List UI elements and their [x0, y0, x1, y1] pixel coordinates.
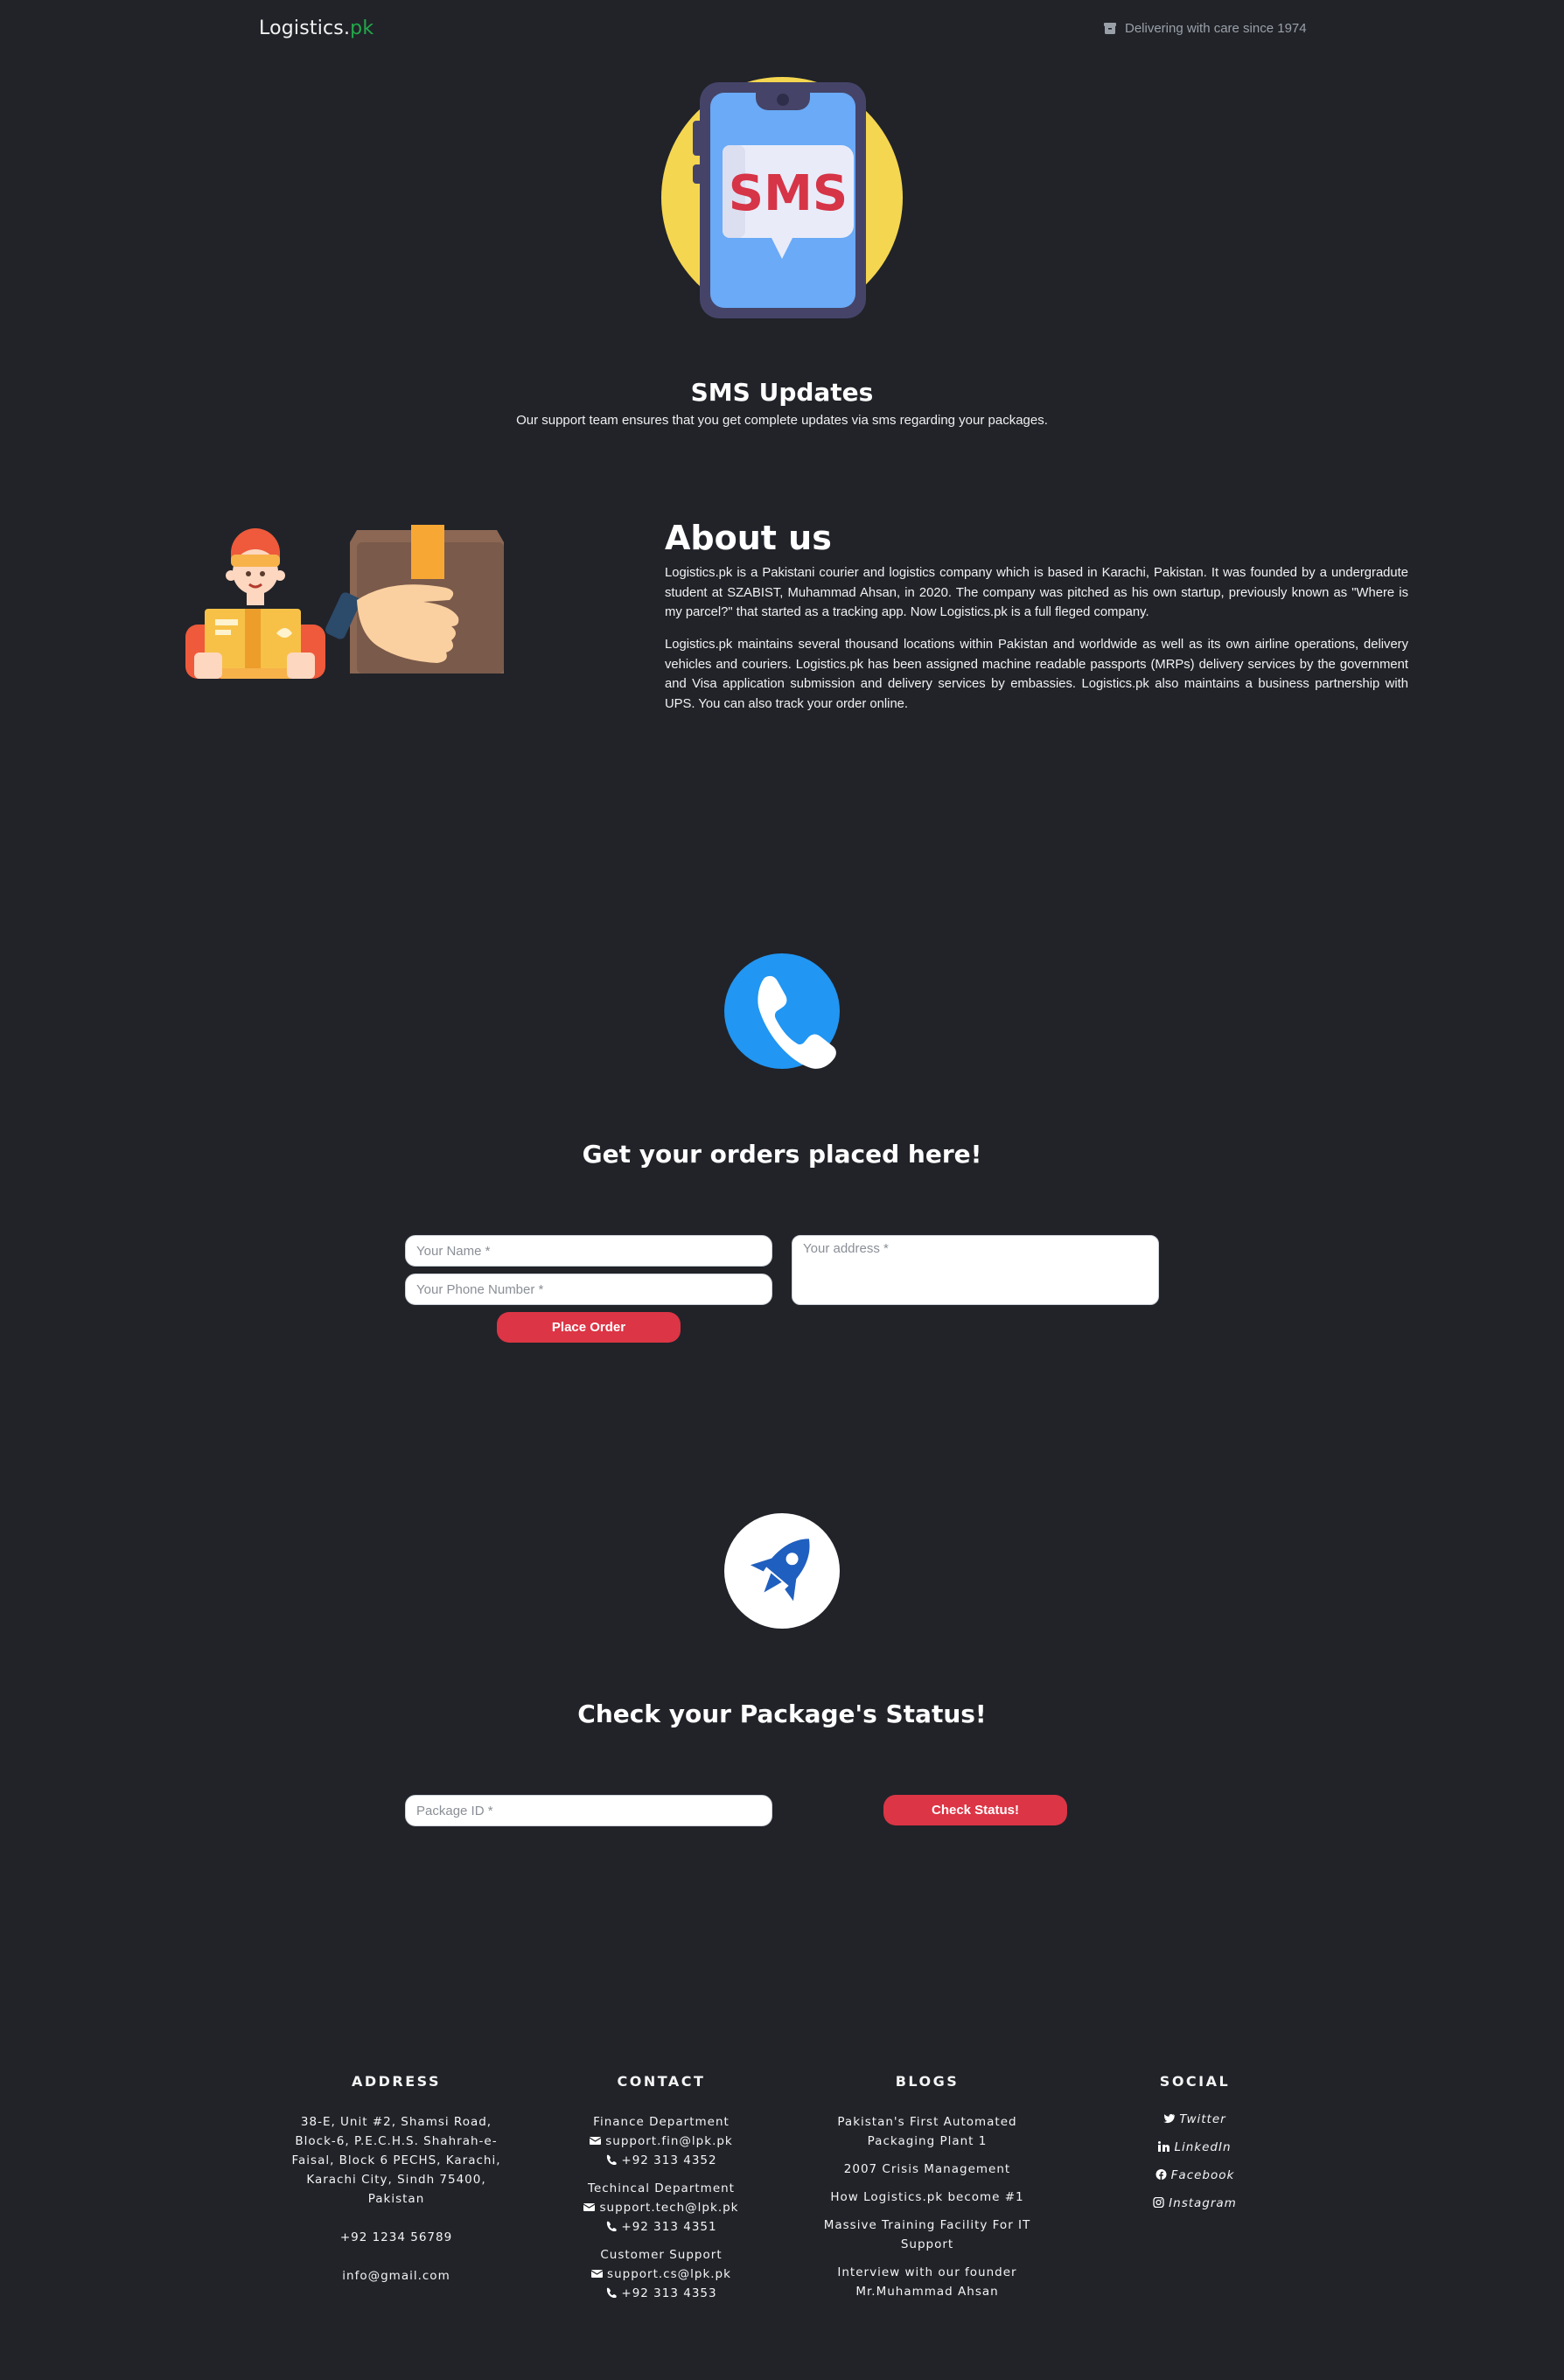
contact-department: Finance Department support.fin@lpk.pk +9…	[562, 2112, 761, 2170]
tagline-text: Delivering with care since 1974	[1125, 21, 1307, 36]
about-us-title: About us	[665, 519, 832, 557]
footer-address-column: ADDRESS 38-E, Unit #2, Shamsi Road, Bloc…	[287, 2073, 506, 2286]
envelope-icon	[591, 2270, 604, 2278]
rocket-icon	[750, 1539, 810, 1602]
sms-badge-text: SMS	[729, 165, 848, 222]
department-name: Finance Department	[593, 2115, 730, 2129]
department-email[interactable]: support.cs@lpk.pk	[562, 2265, 761, 2284]
footer-social-heading: SOCIAL	[1159, 2073, 1231, 2090]
blog-link[interactable]: 2007 Crisis Management	[813, 2160, 1041, 2179]
blog-link[interactable]: Pakistan's First Automated Packaging Pla…	[813, 2112, 1041, 2151]
phone-icon-circle	[724, 953, 840, 1069]
footer-phone: +92 1234 56789	[339, 2230, 453, 2244]
phone-icon	[607, 2221, 618, 2231]
department-email[interactable]: support.tech@lpk.pk	[562, 2198, 761, 2217]
social-link-instagram[interactable]: Instagram	[1107, 2189, 1282, 2217]
address-input[interactable]	[792, 1235, 1159, 1305]
footer-address-heading: ADDRESS	[351, 2073, 442, 2090]
department-email[interactable]: support.fin@lpk.pk	[562, 2132, 761, 2151]
department-name: Techincal Department	[588, 2181, 735, 2195]
order-form-title: Get your orders placed here!	[582, 1140, 982, 1169]
check-status-button[interactable]: Check Status!	[883, 1795, 1067, 1825]
envelope-icon	[583, 2203, 596, 2211]
footer-contact-heading: CONTACT	[617, 2073, 706, 2090]
phone-icon	[758, 975, 836, 1069]
department-phone[interactable]: +92 313 4353	[562, 2284, 761, 2303]
blog-link[interactable]: Interview with our founder Mr.Muhammad A…	[813, 2263, 1041, 2301]
footer-contact-column: CONTACT Finance Department support.fin@l…	[562, 2073, 761, 2303]
sms-updates-title: SMS Updates	[690, 378, 874, 407]
social-link-twitter[interactable]: Twitter	[1107, 2105, 1282, 2133]
tagline: Delivering with care since 1974	[1104, 21, 1307, 36]
package-id-input[interactable]	[405, 1795, 772, 1826]
brand-tld: pk	[350, 17, 374, 39]
about-paragraph-2: Logistics.pk maintains several thousand …	[665, 638, 1408, 711]
phone-icon	[607, 2154, 618, 2165]
contact-department: Customer Support support.cs@lpk.pk +92 3…	[562, 2245, 761, 2303]
department-phone[interactable]: +92 313 4352	[562, 2151, 761, 2170]
rocket-icon-circle	[724, 1513, 840, 1629]
name-input[interactable]	[405, 1235, 772, 1267]
blog-link[interactable]: How Logistics.pk become #1	[813, 2188, 1041, 2207]
phone-number-input[interactable]	[405, 1274, 772, 1305]
brand-logo[interactable]: Logistics.pk	[259, 17, 374, 39]
department-phone[interactable]: +92 313 4351	[562, 2217, 761, 2237]
footer-blogs-column: BLOGS Pakistan's First Automated Packagi…	[813, 2073, 1041, 2301]
facebook-icon	[1156, 2169, 1167, 2180]
linkedin-icon	[1158, 2141, 1170, 2152]
place-order-button[interactable]: Place Order	[497, 1312, 681, 1343]
instagram-icon	[1153, 2197, 1164, 2208]
footer-social-column: SOCIAL Twitter LinkedIn Facebook Instagr…	[1107, 2073, 1282, 2217]
sms-phone-illustration: SMS	[661, 77, 903, 318]
sms-updates-description: Our support team ensures that you get co…	[516, 413, 1048, 428]
footer-street-address: 38-E, Unit #2, Shamsi Road, Block-6, P.E…	[291, 2115, 501, 2206]
footer-blogs-heading: BLOGS	[895, 2073, 960, 2090]
package-status-title: Check your Package's Status!	[577, 1700, 987, 1728]
brand-name: Logistics.	[259, 17, 351, 39]
envelope-icon	[590, 2137, 602, 2145]
blog-link[interactable]: Massive Training Facility For IT Support	[813, 2216, 1041, 2254]
department-name: Customer Support	[600, 2248, 723, 2262]
phone-icon	[607, 2287, 618, 2298]
about-paragraph-1: Logistics.pk is a Pakistani courier and …	[665, 566, 1408, 619]
courier-handover-illustration	[185, 525, 504, 679]
twitter-icon	[1163, 2113, 1176, 2124]
social-link-facebook[interactable]: Facebook	[1107, 2161, 1282, 2189]
contact-department: Techincal Department support.tech@lpk.pk…	[562, 2179, 761, 2237]
social-link-linkedin[interactable]: LinkedIn	[1107, 2133, 1282, 2161]
box-icon	[1104, 23, 1116, 34]
footer-email[interactable]: info@gmail.com	[287, 2266, 506, 2286]
